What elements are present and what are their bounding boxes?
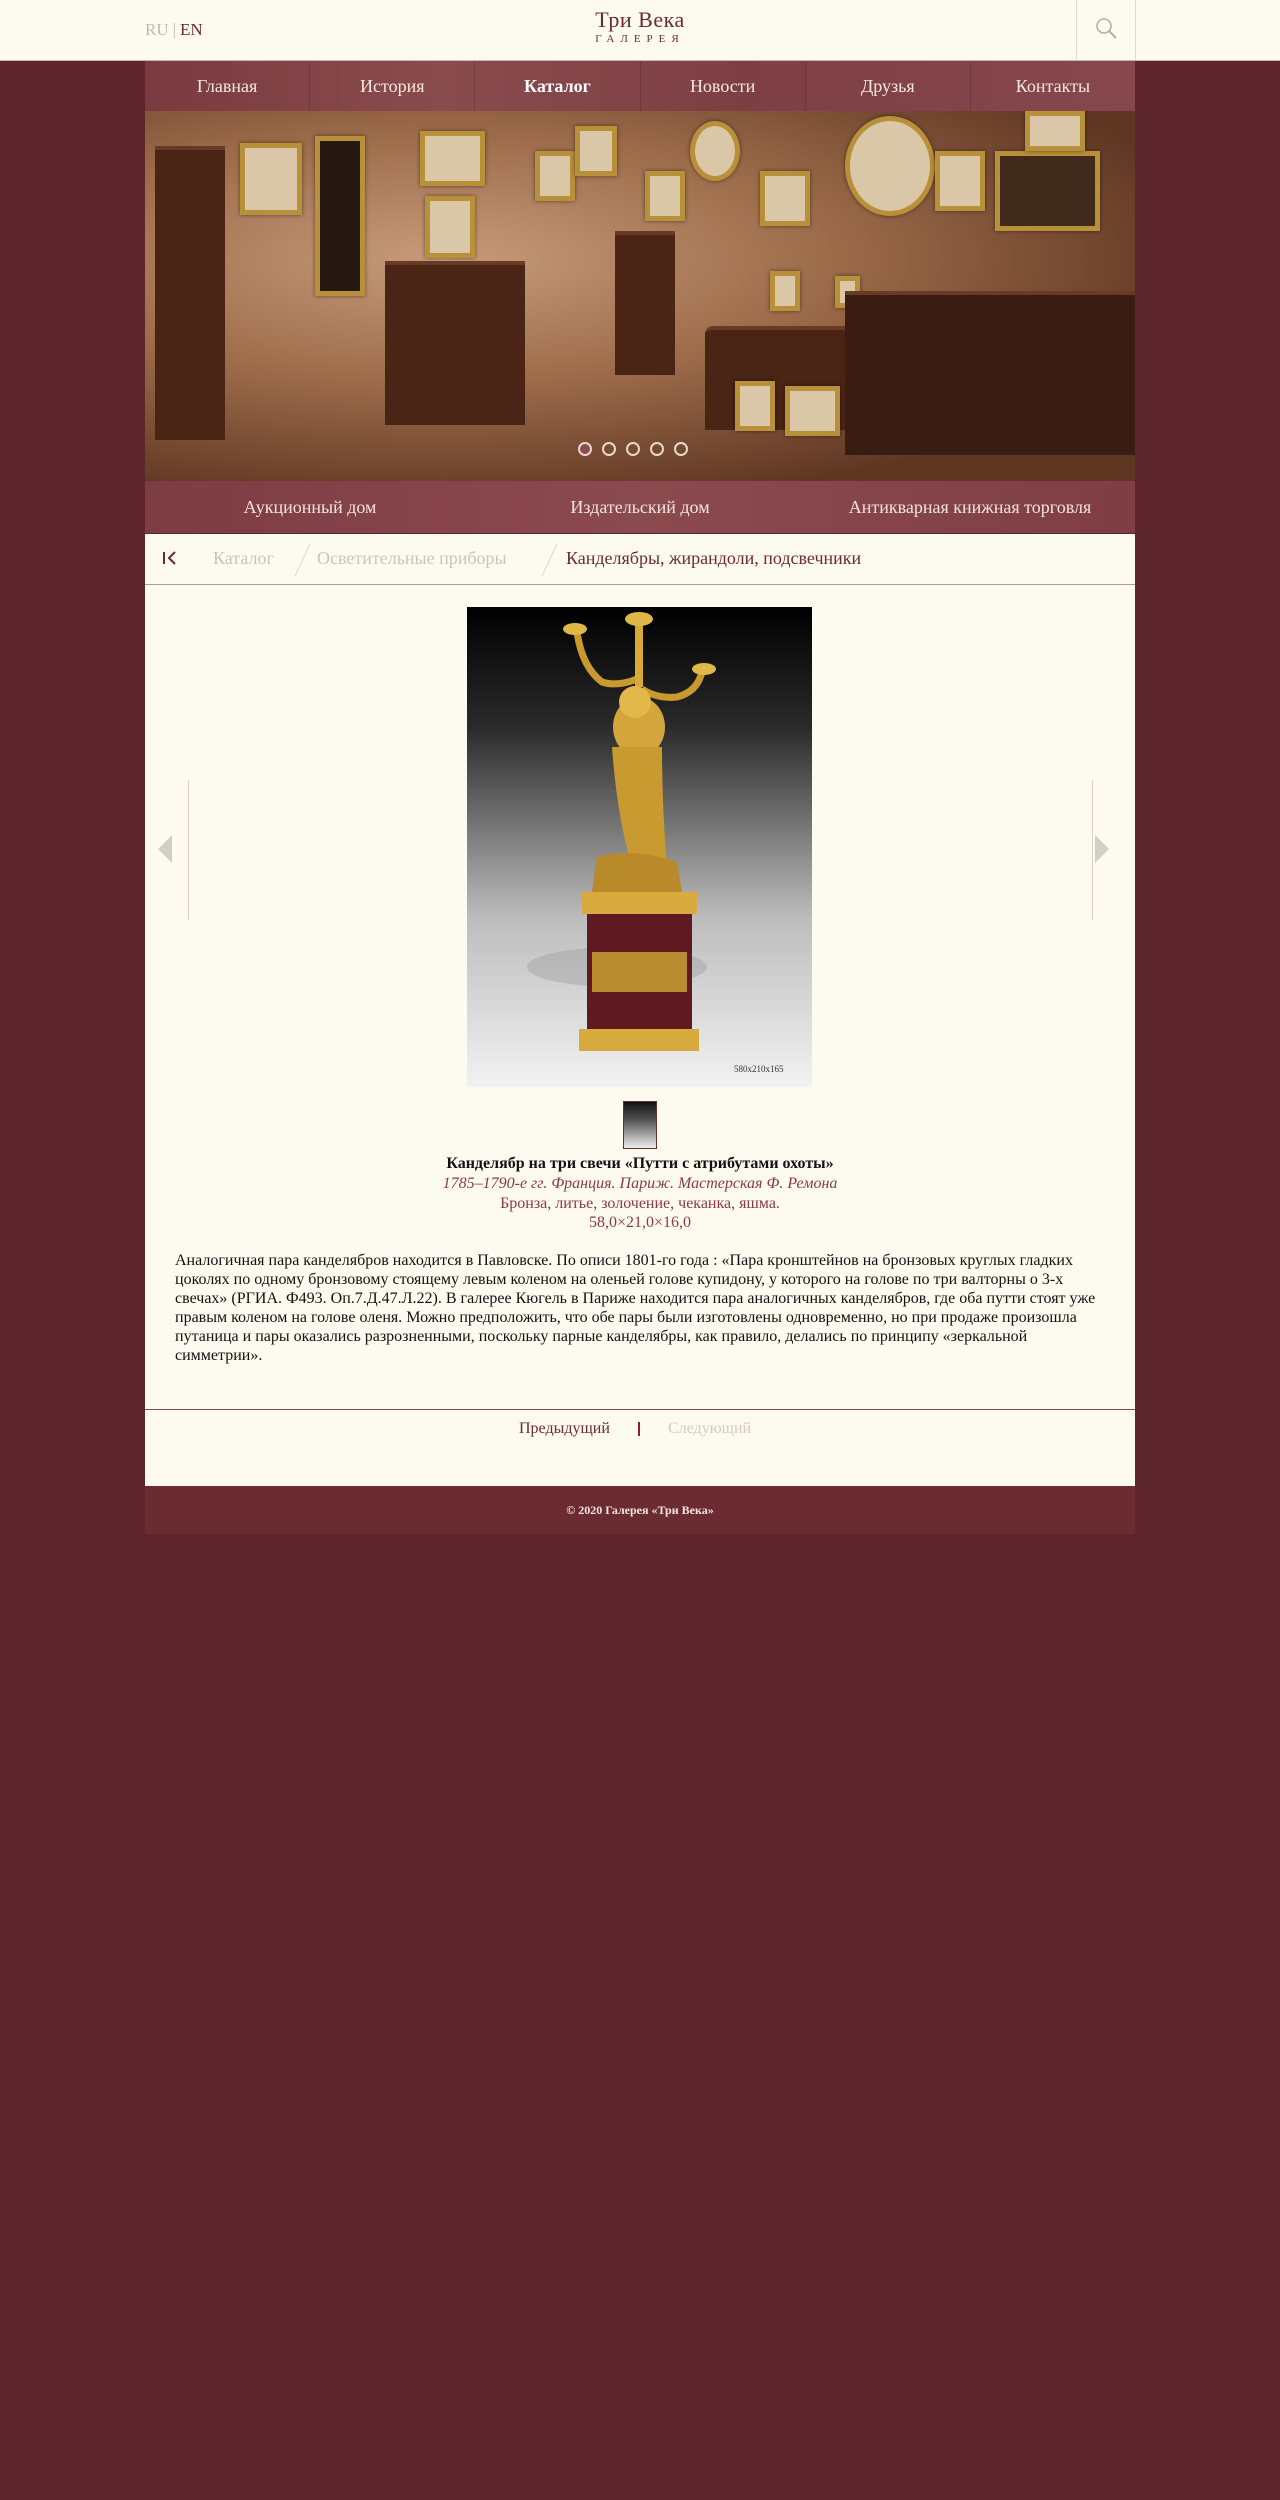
painting — [645, 171, 685, 221]
painting — [845, 116, 935, 216]
nav-item-catalog[interactable]: Каталог — [475, 61, 641, 111]
nav-item-news[interactable]: Новости — [641, 61, 806, 111]
item-pager: Предыдущий Следующий — [145, 1409, 1135, 1486]
painting — [425, 196, 475, 258]
chevron-left-icon — [158, 835, 172, 863]
item-title: Канделябр на три свечи «Путти с атрибута… — [446, 1155, 834, 1172]
breadcrumb-divider — [541, 543, 558, 577]
item-date-origin: 1785–1790-е гг. Франция. Париж. Мастерск… — [442, 1175, 838, 1192]
breadcrumb-lighting[interactable]: Осветительные приборы — [317, 548, 507, 569]
subnav-item-books[interactable]: Антикварная книжная торговля — [805, 481, 1135, 533]
chevron-right-icon — [1095, 835, 1109, 863]
next-item-link[interactable]: Следующий — [668, 1420, 751, 1438]
logo-title: Три Века — [595, 7, 685, 32]
painting — [240, 143, 302, 215]
back-to-start-icon[interactable] — [161, 548, 181, 568]
slider-dot[interactable] — [578, 442, 592, 456]
subnav-item-auction[interactable]: Аукционный дом — [145, 481, 475, 533]
nav-item-friends[interactable]: Друзья — [806, 61, 971, 111]
painting — [785, 386, 840, 436]
slider-dot[interactable] — [626, 442, 640, 456]
painting — [995, 151, 1100, 231]
sub-nav: Аукционный дом Издательский дом Антиквар… — [145, 481, 1135, 534]
lang-separator: | — [172, 20, 177, 39]
slider-dot[interactable] — [650, 442, 664, 456]
language-switcher: RU | EN — [145, 20, 203, 40]
candelabrum-illustration — [527, 612, 716, 1051]
nav-item-history[interactable]: История — [310, 61, 476, 111]
breadcrumb: Каталог Осветительные приборы Канделябры… — [145, 534, 1135, 585]
painting — [770, 271, 800, 311]
hero-slider[interactable] — [145, 111, 1135, 481]
page-container: Главная История Каталог Новости Друзья К… — [145, 61, 1135, 1534]
slider-dot[interactable] — [602, 442, 616, 456]
top-bar: RU | EN Три Века ГАЛЕРЕЯ — [0, 0, 1280, 61]
item-detail: 580x210x165 Канделябр на три свечи «Путт… — [145, 585, 1135, 1409]
search-button[interactable] — [1076, 0, 1136, 60]
search-icon — [1096, 18, 1117, 39]
main-nav: Главная История Каталог Новости Друзья К… — [145, 61, 1135, 111]
slider-dots — [578, 442, 688, 456]
item-description: Аналогичная пара канделябров находится в… — [175, 1252, 1096, 1364]
lang-en-link[interactable]: EN — [180, 20, 203, 39]
secretary-desk — [385, 261, 525, 425]
footer-copyright: © 2020 Галерея «Три Века» — [566, 1503, 714, 1517]
product-image[interactable]: 580x210x165 — [467, 607, 812, 1087]
slider-dot[interactable] — [674, 442, 688, 456]
breadcrumb-divider — [294, 543, 311, 577]
item-dimensions: 58,0×21,0×16,0 — [588, 1214, 692, 1231]
painting — [535, 151, 575, 201]
breadcrumb-catalog[interactable]: Каталог — [213, 548, 274, 569]
painting — [935, 151, 985, 211]
lang-ru-link[interactable]: RU — [145, 20, 169, 39]
logo-subtitle: ГАЛЕРЕЯ — [595, 33, 685, 45]
painting — [1025, 111, 1085, 151]
painting — [420, 131, 485, 186]
painting — [760, 171, 810, 226]
prev-image-arrow[interactable] — [158, 780, 189, 920]
mirror — [315, 136, 365, 296]
image-thumbnail[interactable] — [623, 1101, 657, 1149]
subnav-item-publishing[interactable]: Издательский дом — [475, 481, 805, 533]
clock-furniture — [155, 146, 225, 440]
nav-item-home[interactable]: Главная — [145, 61, 311, 111]
image-size-label: 580x210x165 — [734, 1064, 784, 1074]
pager-divider — [638, 1422, 640, 1436]
painting — [575, 126, 617, 176]
item-material: Бронза, литье, золочение, чеканка, яшма. — [500, 1195, 780, 1212]
nav-item-contacts[interactable]: Контакты — [971, 61, 1135, 111]
site-logo[interactable]: Три Века ГАЛЕРЕЯ — [560, 9, 720, 47]
prev-item-link[interactable]: Предыдущий — [519, 1420, 610, 1438]
next-image-arrow[interactable] — [1092, 780, 1121, 920]
breadcrumb-current: Канделябры, жирандоли, подсвечники — [566, 548, 862, 568]
footer: © 2020 Галерея «Три Века» — [145, 1486, 1135, 1534]
painting — [690, 121, 740, 181]
display-cases — [845, 291, 1135, 455]
cabinet — [615, 231, 675, 375]
painting — [735, 381, 775, 431]
